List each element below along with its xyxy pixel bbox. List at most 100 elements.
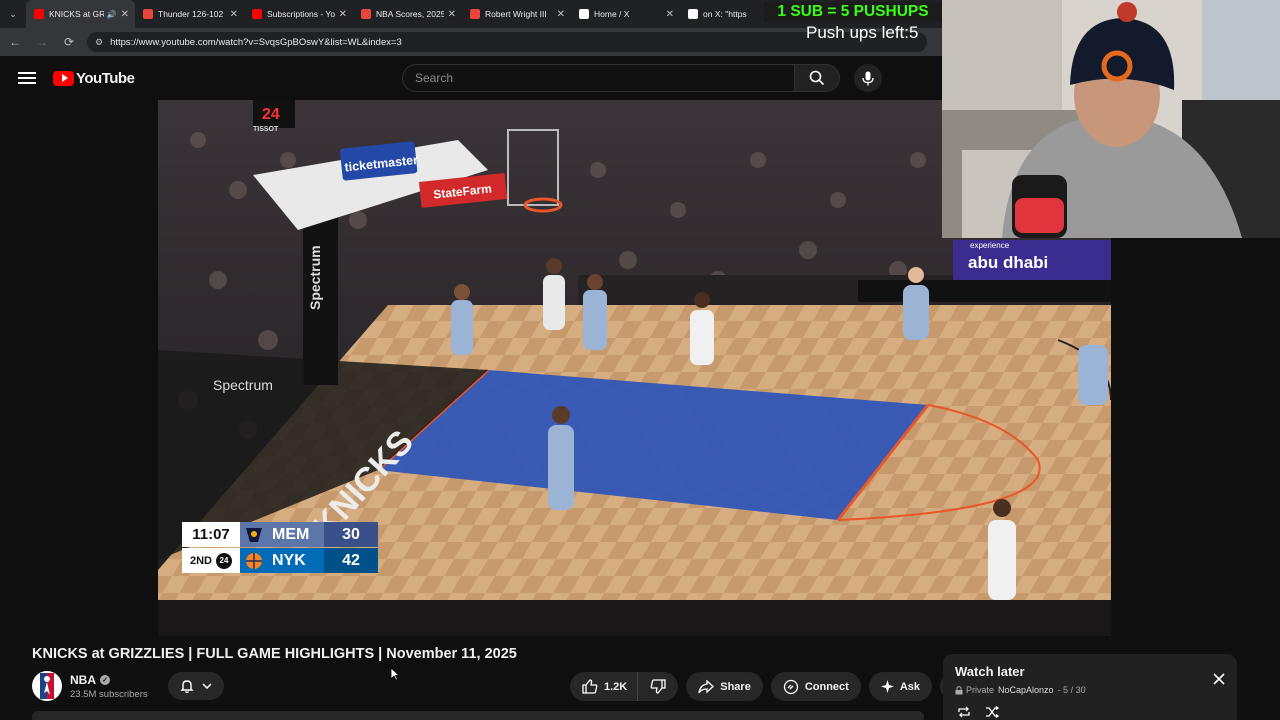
grizzlies-logo xyxy=(240,522,268,547)
tab-search-dropdown-icon[interactable]: ⌄ xyxy=(0,0,26,28)
tab-audio-icon[interactable]: 🔊 xyxy=(107,10,117,19)
browser-tab[interactable]: KNICKS at GRIZZLIES🔊 ✕ xyxy=(26,0,135,28)
channel-info: NBA ✓ 23.5M subscribers xyxy=(70,673,148,700)
ask-button[interactable]: Ask xyxy=(868,672,933,701)
tab-close-icon[interactable]: ✕ xyxy=(230,9,238,20)
search-button[interactable] xyxy=(795,64,840,92)
away-team-abbr: MEM xyxy=(268,522,324,547)
like-dislike-group: 1.2K xyxy=(570,672,679,701)
site-info-icon[interactable]: ⚙ xyxy=(95,37,103,48)
channel-name[interactable]: NBA xyxy=(70,673,96,687)
game-clock: 11:07 xyxy=(182,522,240,547)
close-icon xyxy=(1213,673,1225,685)
tab-title: Thunder 126-102 xyxy=(158,9,224,19)
experience-sign-text: experience xyxy=(970,241,1010,250)
watch-later-playlist-panel: Watch later Private NoCapAlonzo - 5 / 30 xyxy=(943,654,1237,720)
tab-close-icon[interactable]: ✕ xyxy=(121,9,129,20)
channel-row: NBA ✓ 23.5M subscribers xyxy=(32,670,224,702)
bell-icon xyxy=(179,679,194,693)
privacy-label: Private xyxy=(966,685,995,695)
voice-search-button[interactable] xyxy=(854,64,882,92)
game-period: 2ND 24 xyxy=(182,548,240,573)
playlist-title[interactable]: Watch later xyxy=(955,664,1225,679)
description-box-edge[interactable] xyxy=(32,711,924,720)
playlist-owner[interactable]: NoCapAlonzo xyxy=(998,685,1054,695)
youtube-logo[interactable]: YouTube xyxy=(53,69,135,87)
search-input[interactable] xyxy=(402,64,795,92)
tab-favicon-icon xyxy=(688,9,698,19)
youtube-header: YouTube xyxy=(0,56,942,100)
tab-favicon-icon xyxy=(34,9,44,19)
period-label: 2ND xyxy=(189,554,212,567)
shuffle-icon[interactable] xyxy=(985,706,999,718)
address-bar[interactable]: ⚙ https://www.youtube.com/watch?v=SvqsGp… xyxy=(87,32,927,52)
browser-tab[interactable]: Thunder 126-102 ✕ xyxy=(135,0,244,28)
back-arrow-icon[interactable]: ← xyxy=(3,30,27,54)
webcam-overlay xyxy=(942,0,1280,238)
tab-favicon-icon xyxy=(143,9,153,19)
tab-title: Robert Wright III xyxy=(485,9,547,19)
abu-dhabi-sign-text: abu dhabi xyxy=(968,253,1048,272)
microphone-icon xyxy=(862,71,874,85)
youtube-logo-text: YouTube xyxy=(76,69,135,87)
thumbs-down-icon xyxy=(650,679,666,694)
tab-favicon-icon xyxy=(252,9,262,19)
tab-favicon-icon xyxy=(361,9,371,19)
channel-avatar[interactable] xyxy=(32,671,62,701)
tab-close-icon[interactable]: ✕ xyxy=(557,9,565,20)
home-team-abbr: NYK xyxy=(268,548,324,573)
ask-label: Ask xyxy=(899,680,921,693)
shot-clock-badge: 24 xyxy=(216,552,232,569)
browser-tab[interactable]: Robert Wright III ✕ xyxy=(462,0,571,28)
privacy-badge: Private xyxy=(955,685,994,695)
share-button[interactable]: Share xyxy=(686,672,763,701)
tab-strip: KNICKS at GRIZZLIES🔊✕Thunder 126-102✕Sub… xyxy=(26,0,789,28)
tab-close-icon[interactable]: ✕ xyxy=(666,9,674,20)
like-button[interactable]: 1.2K xyxy=(570,672,639,701)
channel-name-row: NBA ✓ xyxy=(70,673,148,687)
reload-icon[interactable]: ⟳ xyxy=(57,30,81,54)
score-bug: 11:07 MEM 30 2ND 24 NYK 42 xyxy=(182,522,378,574)
menu-icon[interactable] xyxy=(18,72,36,84)
thumbs-up-icon xyxy=(582,679,598,694)
dislike-button[interactable] xyxy=(638,672,679,701)
pushups-left-counter: Push ups left:5 xyxy=(806,23,919,42)
url-text: https://www.youtube.com/watch?v=SvqsGpBO… xyxy=(110,36,402,48)
screen: ⌄ KNICKS at GRIZZLIES🔊✕Thunder 126-102✕S… xyxy=(0,0,1280,720)
knicks-logo xyxy=(240,548,268,573)
spectrum-ad-text: Spectrum xyxy=(213,377,273,393)
share-label: Share xyxy=(720,680,751,693)
connect-label: Connect xyxy=(804,680,849,693)
tab-title: NBA Scores, 2025 xyxy=(376,9,444,19)
browser-tab[interactable]: NBA Scores, 2025 ✕ xyxy=(353,0,462,28)
browser-tab[interactable]: Subscriptions - YouTube ✕ xyxy=(244,0,353,28)
lock-icon xyxy=(955,685,963,694)
close-playlist-button[interactable] xyxy=(1213,672,1225,690)
loop-icon[interactable] xyxy=(957,706,971,718)
like-count: 1.2K xyxy=(604,680,628,693)
search-box xyxy=(402,64,840,92)
tab-close-icon[interactable]: ✕ xyxy=(339,9,347,20)
shot-clock-display: 24 xyxy=(262,106,280,123)
tab-title: on X: "https xyxy=(703,9,747,19)
subscription-bell-button[interactable] xyxy=(167,672,224,700)
sub-pushups-banner: 1 SUB = 5 PUSHUPS xyxy=(764,2,942,22)
browser-tab[interactable]: Home / X ✕ xyxy=(571,0,680,28)
forward-arrow-icon[interactable]: → xyxy=(30,30,54,54)
playlist-meta: Private NoCapAlonzo - 5 / 30 xyxy=(955,685,1225,695)
tab-title: Subscriptions - YouTube xyxy=(267,9,335,19)
tab-title: Home / X xyxy=(594,9,630,19)
sparkle-icon xyxy=(880,680,894,693)
youtube-play-icon xyxy=(53,70,74,86)
connect-button[interactable]: Connect xyxy=(770,672,861,701)
playlist-position: - 5 / 30 xyxy=(1057,685,1086,695)
tab-close-icon[interactable]: ✕ xyxy=(448,9,456,20)
tab-favicon-icon xyxy=(470,9,480,19)
verified-check-icon: ✓ xyxy=(100,674,110,685)
streamer-camera xyxy=(942,0,1280,238)
chevron-down-icon xyxy=(202,683,212,689)
away-team-score: 30 xyxy=(324,522,378,547)
video-title: KNICKS at GRIZZLIES | FULL GAME HIGHLIGH… xyxy=(32,646,517,662)
playlist-controls xyxy=(957,706,999,718)
tab-favicon-icon xyxy=(579,9,589,19)
